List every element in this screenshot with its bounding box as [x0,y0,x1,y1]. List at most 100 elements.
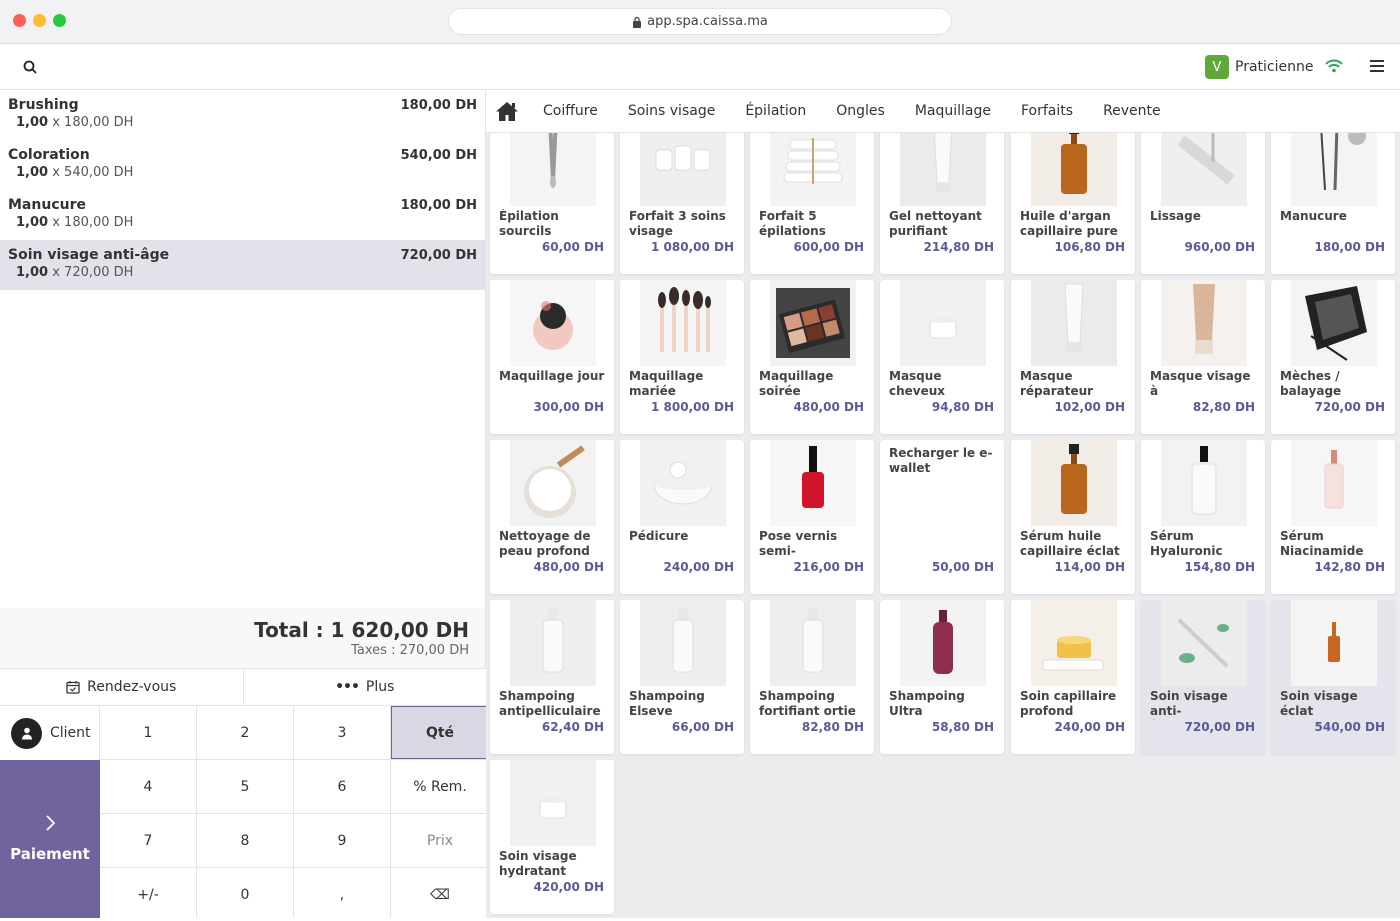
key-8[interactable]: 8 [197,814,293,867]
product-card[interactable]: Manucure 180,00 DH [1271,133,1395,274]
category-tab[interactable]: Épilation [730,103,821,119]
category-tab[interactable]: Coiffure [528,103,613,119]
order-line-unit-price: x 540,00 DH [52,165,134,180]
product-card[interactable]: Soin visage hydratant 420,00 DH [490,760,614,914]
product-card[interactable]: Masque réparateur Elsev...102,00 DH [1011,280,1135,434]
product-card[interactable]: Recharger le e- wallet 50,00 DH [880,440,1004,594]
product-price: 720,00 DH [1314,400,1386,414]
product-card[interactable]: Masque visage à l'argile purifiant ...82… [1141,280,1265,434]
category-tab[interactable]: Forfaits [1006,103,1088,119]
backspace-button[interactable]: ⌫ [391,868,489,921]
product-card[interactable]: Soin capillaire profond 240,00 DH [1011,600,1135,754]
product-card[interactable]: Sérum Hyaluronic Acid 2% - The...154,80 … [1141,440,1265,594]
appointments-button[interactable]: Rendez-vous [0,669,243,705]
product-card[interactable]: Pédicure 240,00 DH [620,440,744,594]
category-tab[interactable]: Soins visage [613,103,731,119]
product-image [640,133,726,206]
product-price: 62,40 DH [541,720,604,734]
product-card[interactable]: Forfait 5 épilations demi-...600,00 DH [750,133,874,274]
order-line[interactable]: Soin visage anti-âge 720,00 DH 1,00 x 720,… [0,240,485,290]
maximize-window-button[interactable] [53,14,66,27]
quantity-mode-button[interactable]: Qté [391,706,489,759]
product-card[interactable]: Lissage 960,00 DH [1141,133,1265,274]
close-window-button[interactable] [13,14,26,27]
order-line-price: 180,00 DH [400,198,477,213]
product-image [770,440,856,526]
product-card[interactable]: Shampoing antipelliculaire -...62,40 DH [490,600,614,754]
product-card[interactable]: Huile d'argan capillaire pure -...106,80… [1011,133,1135,274]
product-card[interactable]: Pose vernis semi- permanent216,00 DH [750,440,874,594]
minimize-window-button[interactable] [33,14,46,27]
product-name: Shampoing Elseve Total Repair 5 -... [629,689,723,720]
product-card[interactable]: Nettoyage de peau profond 480,00 DH [490,440,614,594]
product-name: Maquillage soirée [759,369,834,398]
product-price: 240,00 DH [1054,720,1126,734]
pos-topbar: V Praticienne [0,44,1400,90]
key-1[interactable]: 1 [100,706,196,759]
product-card[interactable]: Shampoing Ultra Doux miel -...58,80 DH [880,600,1004,754]
address-bar[interactable]: app.spa.caissa.ma [448,8,952,35]
order-total: Total : 1 620,00 DH [254,618,469,642]
price-mode-button[interactable]: Prix [391,814,489,867]
product-card[interactable]: Masque cheveux nourrissant Hair...94,80 … [880,280,1004,434]
product-card[interactable]: Gel nettoyant purifiant Effaclar...214,8… [880,133,1004,274]
order-panel: Brushing 180,00 DH 1,00 x 180,00 DH Colorat… [0,90,486,608]
product-name: Lissage [1150,209,1201,223]
key-3[interactable]: 3 [294,706,390,759]
hamburger-menu-icon[interactable] [1370,58,1384,77]
product-card[interactable]: Shampoing Elseve Total Repair 5 -...66,0… [620,600,744,754]
product-card[interactable]: Épilation sourcils 60,00 DH [490,133,614,274]
product-card[interactable]: Maquillage jour 300,00 DH [490,280,614,434]
product-card[interactable]: Shampoing fortifiant ortie -...82,80 DH [750,600,874,754]
key-4[interactable]: 4 [100,760,196,813]
more-button[interactable]: ••• Plus [242,669,486,705]
product-image [510,600,596,686]
product-name: Gel nettoyant purifiant Effaclar... [889,209,982,240]
user-menu[interactable]: V Praticienne [1205,54,1313,80]
home-icon[interactable] [486,101,528,122]
product-price: 154,80 DH [1184,560,1256,574]
product-image [1161,600,1247,686]
product-image [1291,600,1377,686]
product-image [770,600,856,686]
product-price: 94,80 DH [931,400,994,414]
product-name: Soin visage éclat vitamine C [1280,689,1358,720]
category-tab[interactable]: Revente [1088,103,1176,119]
product-card[interactable]: Sérum Niacinamide 10...142,80 DH [1271,440,1395,594]
order-line[interactable]: Brushing 180,00 DH 1,00 x 180,00 DH [0,90,485,140]
user-name: Praticienne [1235,59,1314,75]
category-tab[interactable]: Ongles [821,103,900,119]
order-line[interactable]: Coloration 540,00 DH 1,00 x 540,00 DH [0,140,485,190]
key-5[interactable]: 5 [197,760,293,813]
category-tab[interactable]: Maquillage [900,103,1006,119]
wifi-icon [1325,58,1343,77]
product-name: Pose vernis semi- permanent [759,529,838,560]
plus-minus-button[interactable]: +/- [100,868,196,921]
product-card[interactable]: Mèches / balayage 720,00 DH [1271,280,1395,434]
product-card[interactable]: Maquillage soirée 480,00 DH [750,280,874,434]
key-0[interactable]: 0 [197,868,293,921]
key-2[interactable]: 2 [197,706,293,759]
product-card[interactable]: Soin visage anti- âge720,00 DH [1141,600,1265,754]
product-name: Shampoing Ultra Doux miel -... [889,689,979,720]
product-card[interactable]: Forfait 3 soins visage 1 080,00 DH [620,133,744,274]
product-card[interactable]: Maquillage mariée 1 800,00 DH [620,280,744,434]
product-card[interactable]: Sérum huile capillaire éclat -...114,00 … [1011,440,1135,594]
key-6[interactable]: 6 [294,760,390,813]
product-name: Maquillage mariée [629,369,704,398]
product-card[interactable]: Soin visage éclat vitamine C540,00 DH [1271,600,1395,754]
search-icon[interactable] [18,56,42,78]
discount-mode-button[interactable]: % Rem. [391,760,489,813]
decimal-button[interactable]: , [294,868,390,921]
order-line-unit-price: x 180,00 DH [52,215,134,230]
product-image [1031,280,1117,366]
payment-button[interactable]: Paiement [0,760,100,918]
calendar-icon [66,681,80,694]
client-button[interactable]: Client [0,706,100,760]
key-7[interactable]: 7 [100,814,196,867]
user-avatar: V [1205,55,1229,79]
order-line[interactable]: Manucure 180,00 DH 1,00 x 180,00 DH [0,190,485,240]
key-9[interactable]: 9 [294,814,390,867]
product-name: Sérum huile capillaire éclat -... [1020,529,1120,560]
appointments-label: Rendez-vous [87,679,177,695]
